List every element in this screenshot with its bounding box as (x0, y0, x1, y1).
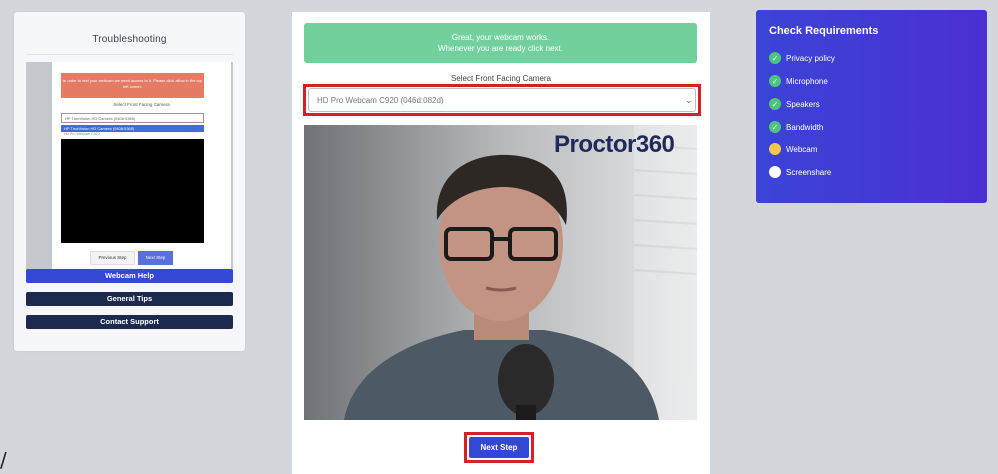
chevron-down-icon: ⌄ (685, 95, 693, 105)
stray-slash: / (0, 448, 7, 472)
screenshot-video-preview (61, 139, 204, 243)
requirement-webcam: Webcam (769, 143, 817, 155)
requirement-bandwidth: ✓ Bandwidth (769, 121, 823, 133)
requirement-label: Microphone (786, 76, 828, 86)
webcam-video-feed: Proctor360 (304, 125, 697, 420)
screenshot-next-step: Next Step (138, 251, 173, 265)
requirement-microphone: ✓ Microphone (769, 75, 828, 87)
success-line-2: Whenever you are ready click next. (438, 44, 563, 53)
camera-select-label: Select Front Facing Camera (450, 74, 552, 83)
requirement-label: Webcam (786, 144, 818, 154)
requirement-label: Speakers (786, 99, 820, 109)
camera-select[interactable]: HD Pro Webcam C920 (046d:082d) (308, 88, 696, 112)
requirement-screenshare: Screenshare (769, 166, 831, 178)
empty-dot-icon (769, 166, 781, 178)
divider (26, 54, 233, 55)
requirements-title: Check Requirements (769, 25, 879, 37)
check-icon: ✓ (769, 121, 781, 133)
proctor360-watermark: Proctor360 (554, 131, 675, 158)
window-blinds (633, 125, 697, 420)
requirement-label: Bandwidth (786, 122, 824, 132)
requirement-privacy-policy: ✓ Privacy policy (769, 52, 835, 64)
requirements-panel: Check Requirements ✓ Privacy policy ✓ Mi… (756, 10, 987, 203)
webcam-help-button[interactable]: Webcam Help (26, 269, 233, 283)
webcam-check-panel: Great, your webcam works. Whenever you a… (292, 12, 710, 474)
check-icon: ✓ (769, 52, 781, 64)
screenshot-option-selected: HP TrueVision HD Camera (0408:5365) (61, 125, 204, 132)
requirement-speakers: ✓ Speakers (769, 98, 820, 110)
contact-support-button[interactable]: Contact Support (26, 315, 233, 329)
check-icon: ✓ (769, 75, 781, 87)
screenshot-previous-step: Previous Step (90, 251, 135, 265)
webcam-image (304, 125, 697, 420)
next-step-button[interactable]: Next Step (469, 437, 529, 458)
screenshot-select-label: Select Front Facing Camera (113, 102, 170, 107)
screenshot-option-other: HD Pro Webcam C920 (64, 132, 100, 136)
troubleshooting-title: Troubleshooting (92, 34, 167, 45)
screenshot-camera-select: HP TrueVision HD Camera (0408:5365) (61, 113, 204, 123)
success-banner: Great, your webcam works. Whenever you a… (304, 23, 697, 63)
general-tips-button[interactable]: General Tips (26, 292, 233, 306)
pending-dot-icon (769, 143, 781, 155)
check-icon: ✓ (769, 98, 781, 110)
screenshot-alert: In order to test your webcam we need acc… (61, 73, 204, 98)
troubleshooting-screenshot: In order to test your webcam we need acc… (26, 62, 233, 272)
requirement-label: Privacy policy (786, 53, 835, 63)
success-line-1: Great, your webcam works. (451, 33, 550, 42)
requirement-label: Screenshare (786, 167, 832, 177)
